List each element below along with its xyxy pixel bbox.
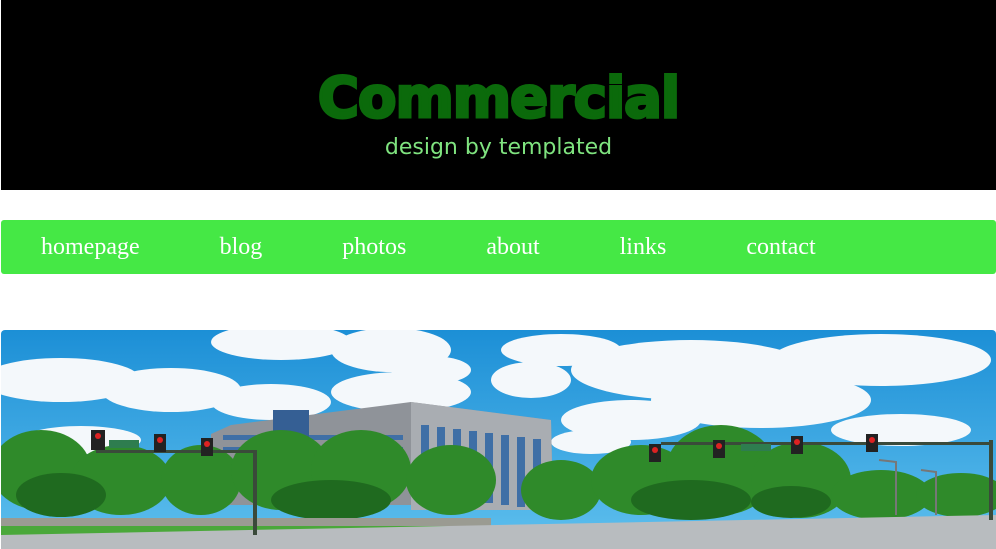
menu-link-about[interactable]: about xyxy=(466,220,559,274)
menu-link-links[interactable]: links xyxy=(600,220,687,274)
site-header: Commercial design by templated xyxy=(1,0,996,190)
menu-link-photos[interactable]: photos xyxy=(322,220,426,274)
menu-link-blog[interactable]: blog xyxy=(200,220,283,274)
menu-link-contact[interactable]: contact xyxy=(726,220,835,274)
menu-item-links: links xyxy=(600,220,727,274)
menu-item-homepage: homepage xyxy=(21,220,200,274)
main-menu: homepage blog photos about links contact xyxy=(1,220,996,274)
menu-item-contact: contact xyxy=(726,220,875,274)
banner-image xyxy=(1,330,996,549)
site-title[interactable]: Commercial xyxy=(1,65,996,133)
menu-link-homepage[interactable]: homepage xyxy=(21,220,160,274)
menu-list: homepage blog photos about links contact xyxy=(1,220,996,274)
office-building-photo xyxy=(1,330,996,549)
menu-item-about: about xyxy=(466,220,599,274)
site-tagline: design by templated xyxy=(384,135,613,160)
menu-item-photos: photos xyxy=(322,220,466,274)
menu-item-blog: blog xyxy=(200,220,323,274)
